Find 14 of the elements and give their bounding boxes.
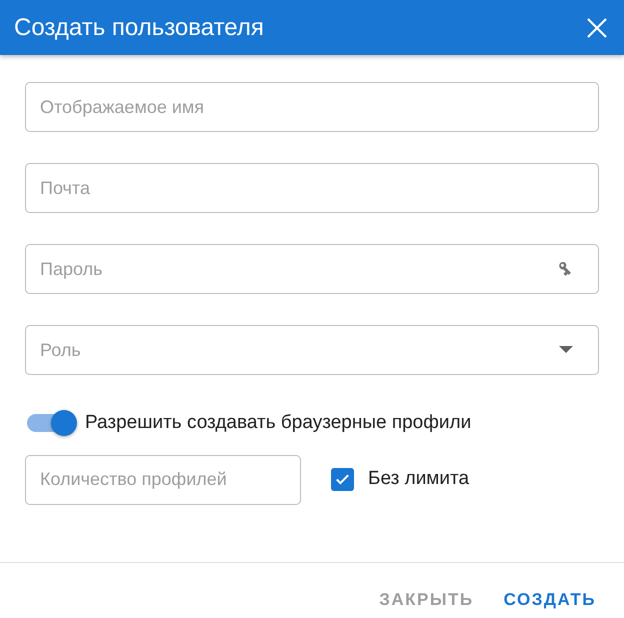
dropdown-caret-icon: [559, 346, 573, 354]
switch-label: Разрешить создавать браузерные профили: [85, 411, 472, 435]
dialog-title: Создать пользователя: [14, 12, 264, 42]
close-button[interactable]: ЗАКРЫТЬ: [371, 582, 482, 616]
text-field[interactable]: Отображаемое имя: [25, 82, 599, 132]
toggle-switch[interactable]: [25, 409, 77, 438]
create-button[interactable]: СОЗДАТЬ: [496, 582, 604, 616]
close-icon[interactable]: [586, 16, 608, 38]
text-field[interactable]: Почта: [25, 163, 599, 213]
role-select[interactable]: Роль: [25, 325, 599, 375]
checkbox-label: Без лимита: [368, 467, 470, 492]
profile-count-field[interactable]: Количество профилей: [25, 454, 301, 504]
password-field[interactable]: Пароль: [25, 244, 599, 294]
no-limit-checkbox[interactable]: [331, 468, 354, 491]
